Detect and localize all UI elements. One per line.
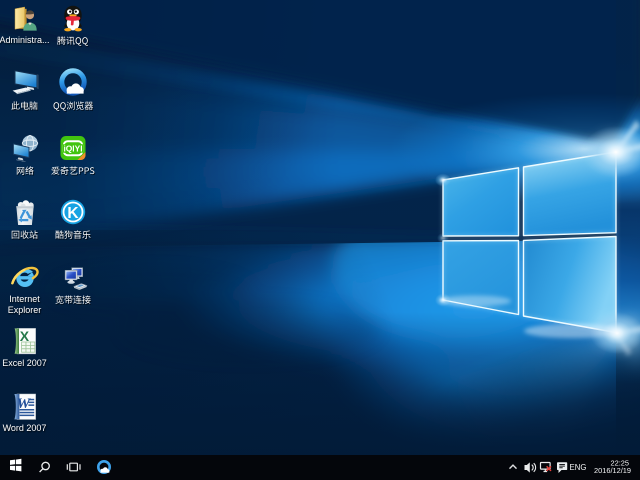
svg-text:2016/12/19: 2016/12/19 [594, 466, 631, 475]
svg-text:iQIYI: iQIYI [63, 143, 82, 153]
svg-text:ENG: ENG [570, 463, 587, 472]
svg-text:K: K [67, 205, 79, 222]
